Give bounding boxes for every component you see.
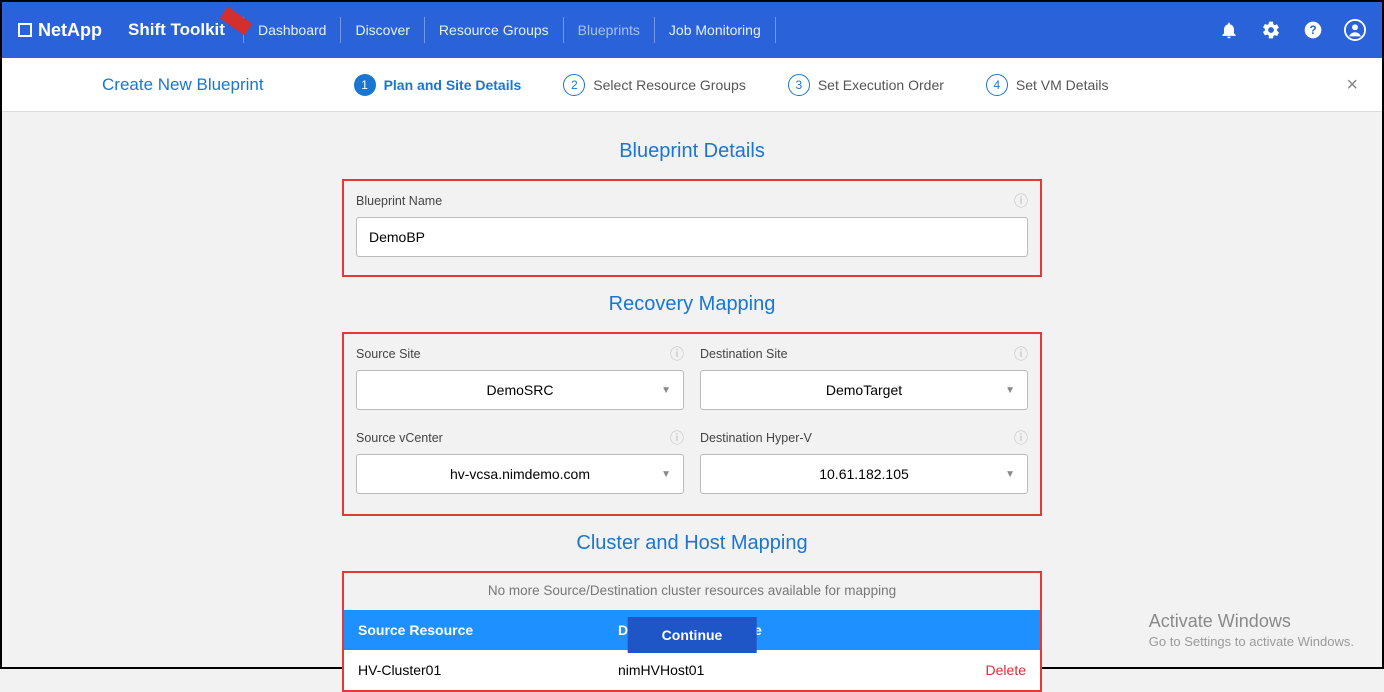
row-delete-link[interactable]: Delete (956, 662, 1026, 678)
nav-separator (563, 17, 564, 43)
wizard-content: Blueprint Details Blueprint Name ⓘ Recov… (2, 112, 1382, 692)
mapping-table-row: HV-Cluster01 nimHVHost01 Delete (344, 650, 1040, 690)
wizard-step-2[interactable]: 2 Select Resource Groups (563, 74, 746, 96)
source-site-label: Source Site ⓘ (356, 344, 684, 364)
brand-logo[interactable]: NetApp (18, 20, 102, 41)
mapping-empty-message: No more Source/Destination cluster resou… (344, 573, 1040, 610)
destination-hyperv-select[interactable]: 10.61.182.105 ▼ (700, 454, 1028, 494)
nav-discover[interactable]: Discover (355, 22, 409, 38)
nav-dashboard[interactable]: Dashboard (258, 22, 327, 38)
gear-icon[interactable] (1260, 19, 1282, 41)
wizard-step-1[interactable]: 1 Plan and Site Details (354, 74, 522, 96)
blueprint-name-label: Blueprint Name ⓘ (356, 191, 1028, 211)
product-name: Shift Toolkit (128, 20, 225, 40)
section-title-recovery: Recovery Mapping (2, 293, 1382, 316)
info-icon[interactable]: ⓘ (1014, 344, 1028, 364)
nav-blueprints[interactable]: Blueprints (578, 22, 640, 38)
info-icon[interactable]: ⓘ (1014, 428, 1028, 448)
close-icon[interactable]: × (1346, 74, 1358, 97)
chevron-down-icon: ▼ (661, 469, 671, 480)
step-number-icon: 1 (354, 74, 376, 96)
recovery-mapping-box: Source Site ⓘ DemoSRC ▼ Destination Site… (342, 332, 1042, 516)
step-number-icon: 2 (563, 74, 585, 96)
nav-resource-groups[interactable]: Resource Groups (439, 22, 549, 38)
blueprint-name-input[interactable] (356, 217, 1028, 257)
step-label: Plan and Site Details (384, 77, 522, 93)
netapp-icon (18, 23, 32, 37)
wizard-step-3[interactable]: 3 Set Execution Order (788, 74, 944, 96)
watermark-sub: Go to Settings to activate Windows. (1149, 634, 1354, 649)
nav-separator (340, 17, 341, 43)
section-title-details: Blueprint Details (2, 140, 1382, 163)
user-icon[interactable] (1344, 19, 1366, 41)
help-icon[interactable]: ? (1302, 19, 1324, 41)
step-label: Set Execution Order (818, 77, 944, 93)
wizard-step-4[interactable]: 4 Set VM Details (986, 74, 1109, 96)
wizard-header: Create New Blueprint 1 Plan and Site Det… (2, 58, 1382, 112)
blueprint-details-box: Blueprint Name ⓘ (342, 179, 1042, 277)
bell-icon[interactable] (1218, 19, 1240, 41)
destination-site-select[interactable]: DemoTarget ▼ (700, 370, 1028, 410)
nav-separator (654, 17, 655, 43)
row-source-value: HV-Cluster01 (358, 662, 618, 678)
step-label: Select Resource Groups (593, 77, 746, 93)
nav-separator (775, 17, 776, 43)
info-icon[interactable]: ⓘ (670, 344, 684, 364)
windows-activation-watermark: Activate Windows Go to Settings to activ… (1149, 611, 1354, 649)
destination-site-label: Destination Site ⓘ (700, 344, 1028, 364)
step-number-icon: 4 (986, 74, 1008, 96)
chevron-down-icon: ▼ (1005, 469, 1015, 480)
col-source-resource: Source Resource (358, 622, 618, 638)
continue-button[interactable]: Continue (628, 617, 757, 653)
chevron-down-icon: ▼ (1005, 385, 1015, 396)
brand-text: NetApp (38, 20, 102, 41)
nav-job-monitoring[interactable]: Job Monitoring (669, 22, 761, 38)
info-icon[interactable]: ⓘ (670, 428, 684, 448)
destination-hyperv-label: Destination Hyper-V ⓘ (700, 428, 1028, 448)
step-label: Set VM Details (1016, 77, 1109, 93)
source-vcenter-label: Source vCenter ⓘ (356, 428, 684, 448)
section-title-cluster: Cluster and Host Mapping (2, 532, 1382, 555)
source-vcenter-select[interactable]: hv-vcsa.nimdemo.com ▼ (356, 454, 684, 494)
svg-text:?: ? (1309, 24, 1316, 37)
nav-separator (424, 17, 425, 43)
watermark-title: Activate Windows (1149, 611, 1354, 632)
info-icon[interactable]: ⓘ (1014, 191, 1028, 211)
wizard-title: Create New Blueprint (102, 75, 264, 95)
step-number-icon: 3 (788, 74, 810, 96)
row-dest-value: nimHVHost01 (618, 662, 956, 678)
topbar: NetApp Shift Toolkit Dashboard Discover … (2, 2, 1382, 58)
source-site-select[interactable]: DemoSRC ▼ (356, 370, 684, 410)
chevron-down-icon: ▼ (661, 385, 671, 396)
